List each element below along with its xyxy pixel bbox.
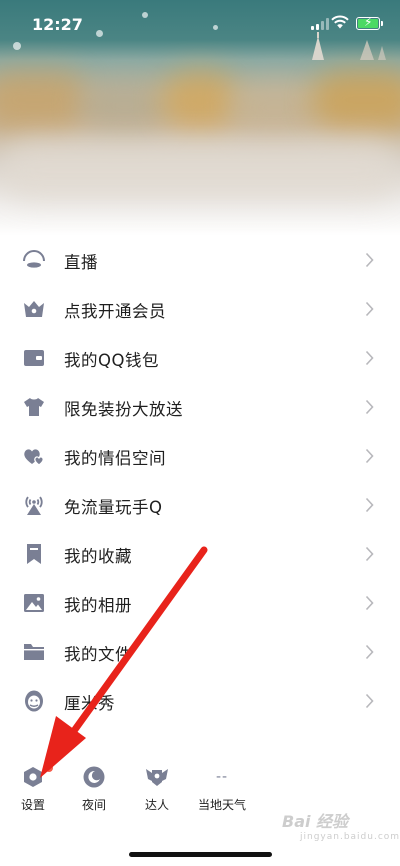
chevron-right-icon: [365, 399, 374, 415]
menu-item-label: 点我开通会员: [64, 302, 166, 321]
menu-item-vip[interactable]: 点我开通会员: [0, 285, 400, 334]
folder-icon: [22, 640, 46, 664]
menu-item-label: 我的收藏: [64, 547, 132, 566]
chevron-right-icon: [365, 350, 374, 366]
night-label: 夜间: [81, 798, 106, 812]
profile-header-background: 12:27 ⚡: [0, 0, 400, 236]
menu-item-label: 直播: [64, 253, 98, 272]
menu-item-dressup[interactable]: 限免装扮大放送: [0, 383, 400, 432]
status-time: 12:27: [32, 15, 83, 34]
chevron-right-icon: [365, 448, 374, 464]
gear-icon: [24, 767, 42, 787]
photo-icon: [22, 591, 46, 615]
home-indicator[interactable]: [129, 852, 272, 857]
hearts-icon: [22, 444, 46, 468]
menu-item-label: 我的QQ钱包: [64, 351, 159, 370]
menu-item-wallet[interactable]: 我的QQ钱包: [0, 334, 400, 383]
talent-button[interactable]: 达人: [127, 764, 187, 813]
weather-value: --: [215, 769, 229, 785]
menu-item-free-data[interactable]: 免流量玩手Q: [0, 481, 400, 530]
winged-badge-icon: [146, 769, 168, 786]
menu-item-label: 我的相册: [64, 596, 132, 615]
moon-icon: [83, 766, 105, 788]
avatar-face-icon: [22, 689, 46, 713]
menu-item-label: 厘米秀: [64, 694, 115, 713]
vip-crown-icon: [22, 297, 46, 321]
chevron-right-icon: [365, 693, 374, 709]
menu-item-live[interactable]: 直播: [0, 236, 400, 285]
tshirt-icon: [22, 395, 46, 419]
menu-item-album[interactable]: 我的相册: [0, 579, 400, 628]
notification-badge: [45, 764, 53, 772]
chevron-right-icon: [365, 301, 374, 317]
antenna-icon: [22, 493, 46, 517]
live-icon: [22, 248, 46, 272]
wifi-icon: [331, 15, 349, 29]
menu-item-cmshow[interactable]: 厘米秀: [0, 677, 400, 726]
chevron-right-icon: [365, 497, 374, 513]
cellular-signal-icon: [311, 18, 329, 30]
chevron-right-icon: [365, 595, 374, 611]
wallet-icon: [22, 346, 46, 370]
status-bar: 12:27 ⚡: [0, 0, 400, 50]
settings-button[interactable]: 设置: [3, 764, 63, 813]
talent-label: 达人: [144, 798, 169, 812]
baidu-jingyan-watermark-url: jingyan.baidu.com: [300, 832, 400, 842]
settings-label: 设置: [20, 798, 45, 812]
menu-item-label: 限免装扮大放送: [64, 400, 183, 419]
weather-label: 当地天气: [197, 798, 246, 812]
battery-charging-icon: ⚡: [356, 16, 380, 30]
menu-item-label: 我的情侣空间: [64, 449, 166, 468]
menu-item-label: 我的文件: [64, 645, 132, 664]
menu-item-label: 免流量玩手Q: [64, 498, 163, 517]
chevron-right-icon: [365, 252, 374, 268]
menu-item-files[interactable]: 我的文件: [0, 628, 400, 677]
chevron-right-icon: [365, 546, 374, 562]
night-mode-button[interactable]: 夜间: [64, 764, 124, 813]
local-weather-button[interactable]: -- 当地天气: [190, 764, 254, 813]
chevron-right-icon: [365, 644, 374, 660]
menu-item-couple-space[interactable]: 我的情侣空间: [0, 432, 400, 481]
baidu-jingyan-watermark: Bai 经验: [282, 812, 349, 831]
menu-item-favorites[interactable]: 我的收藏: [0, 530, 400, 579]
drawer-menu: 直播 点我开通会员 我的QQ钱包 限免装扮大放送 我的情侣空间 免流量玩手Q 我…: [0, 236, 400, 726]
bookmark-icon: [22, 542, 46, 566]
